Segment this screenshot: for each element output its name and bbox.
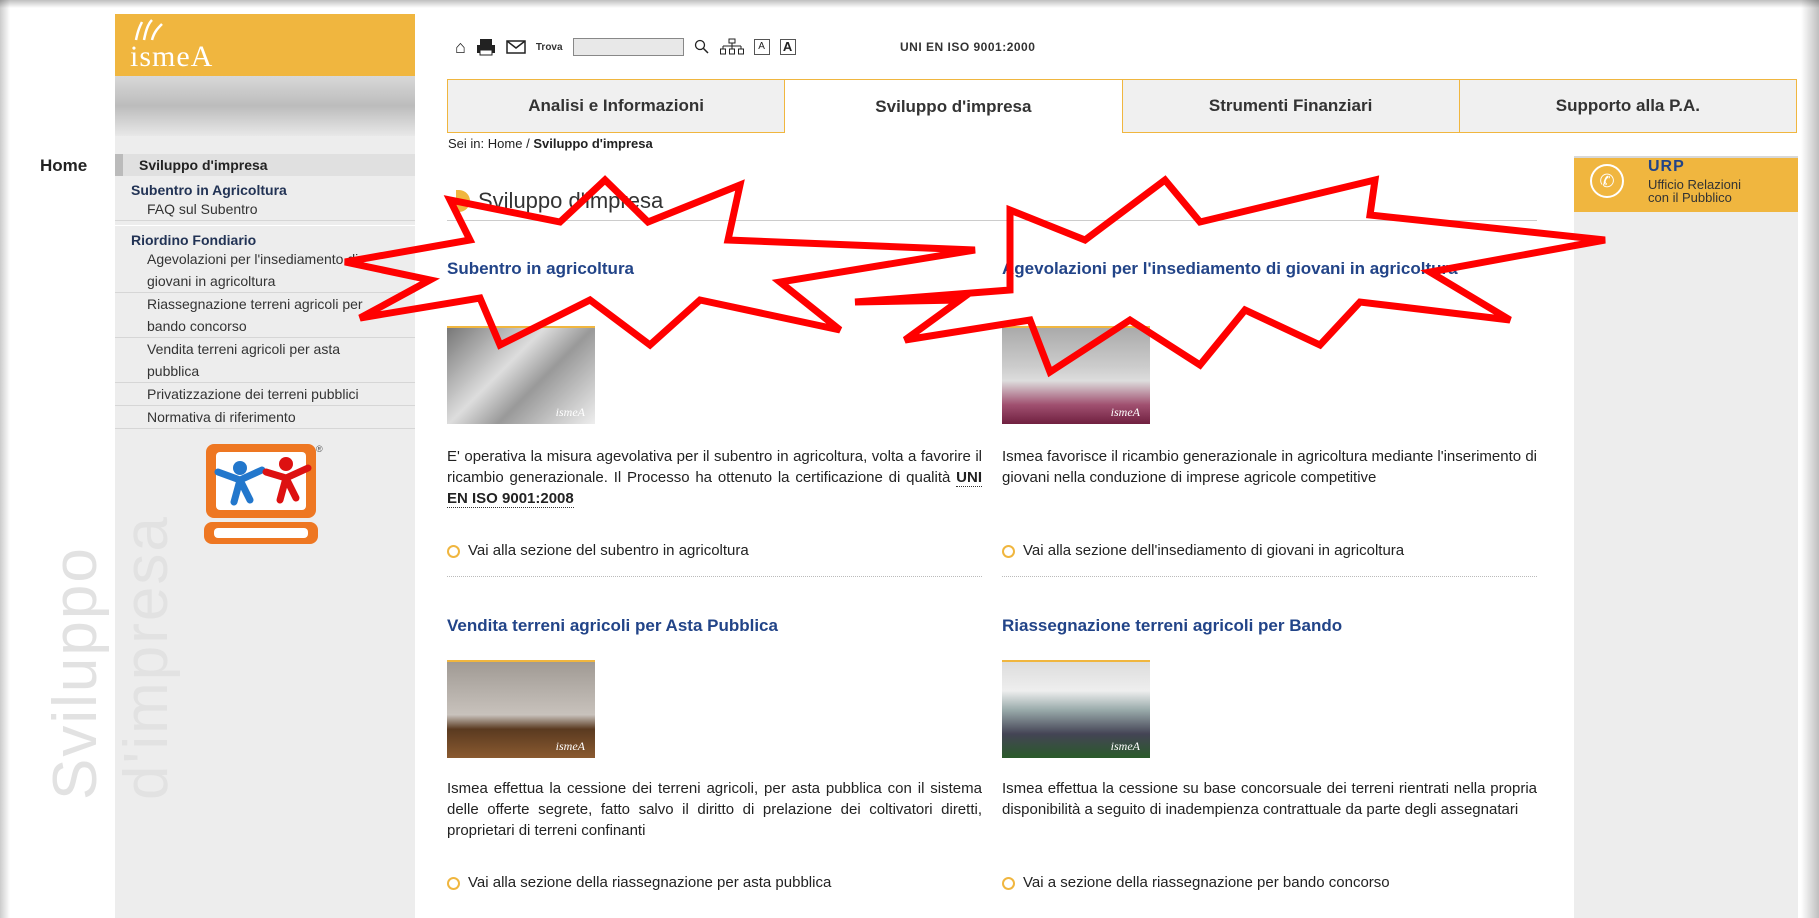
sidebar-item-faq-subentro[interactable]: FAQ sul Subentro [115,198,415,221]
breadcrumb-current: Sviluppo d'impresa [533,136,653,151]
header-image-hands [115,76,415,136]
search-icon[interactable] [694,39,710,55]
thumb-logo: ismeA [555,405,585,419]
article-link-asta-text[interactable]: Vai alla sezione della riassegnazione pe… [468,874,831,891]
phone-icon[interactable]: ✆ [1590,164,1624,198]
sidebar-section-riordino[interactable]: Riordino Fondiario [115,226,415,248]
logo-sprout-icon [134,19,163,41]
breadcrumb-prefix: Sei in: [448,136,485,151]
article-link-bando[interactable]: Vai a sezione della riassegnazione per b… [1002,874,1390,891]
title-divider [447,220,1537,221]
article-link-subentro-text[interactable]: Vai alla sezione del subentro in agricol… [468,542,749,559]
sidebar-item-agevolazioni-line2[interactable]: giovani in agricoltura [115,270,415,293]
article-link-subentro[interactable]: Vai alla sezione del subentro in agricol… [447,542,749,559]
article-text-insediamento: Ismea favorisce il ricambio generazional… [1002,448,1537,486]
urp-title[interactable]: URP [1648,158,1685,176]
bullet-icon [447,544,460,558]
title-bullet-icon [456,190,470,212]
tab-supporto[interactable]: Supporto alla P.A. [1458,79,1797,133]
article-title-insediamento[interactable]: Agevolazioni per l'insediamento di giova… [1002,258,1462,280]
search-input[interactable] [572,38,684,56]
article-link-insediamento-text[interactable]: Vai alla sezione dell'insediamento di gi… [1023,542,1404,559]
accessibility-logo-icon[interactable]: ® [200,442,330,546]
sidebar-item-vendita-line1[interactable]: Vendita terreni agricoli per asta [115,338,415,360]
article-title-bando[interactable]: Riassegnazione terreni agricoli per Band… [1002,615,1522,637]
home-link[interactable]: Home [40,156,87,176]
thumb-logo: ismeA [1110,739,1140,753]
article-image-bando[interactable]: ismeA [1002,660,1150,758]
urp-subtitle[interactable]: Ufficio Relazioni con il Pubblico [1648,178,1741,204]
frame-shadow-right [1801,0,1819,918]
breadcrumb-separator: / [526,136,530,151]
main-nav-tabs: Analisi e Informazioni Sviluppo d'impres… [447,79,1797,133]
article-link-asta[interactable]: Vai alla sezione della riassegnazione pe… [447,874,831,891]
top-toolbar: ⌂ Trova A A [455,36,796,58]
article-text-bando: Ismea effettua la cessione su base conco… [1002,780,1537,818]
article-text-asta: Ismea effettua la cessione dei terreni a… [447,780,982,839]
sitemap-icon[interactable] [719,38,744,56]
sidebar-item-agevolazioni-line1[interactable]: Agevolazioni per l'insediamento di [115,248,415,270]
sidebar-menu: Sviluppo d'impresa Subentro in Agricoltu… [115,154,415,429]
article-title-asta[interactable]: Vendita terreni agricoli per Asta Pubbli… [447,615,967,637]
frame-shadow-top [0,0,1819,8]
article-title-subentro[interactable]: Subentro in agricoltura [447,258,967,280]
article-link-insediamento[interactable]: Vai alla sezione dell'insediamento di gi… [1002,542,1404,559]
font-small-button[interactable]: A [753,39,770,55]
urp-subtitle-line2: con il Pubblico [1648,190,1732,205]
svg-text:®: ® [316,444,323,454]
article-divider [1002,576,1537,578]
article-image-subentro[interactable]: ismeA [447,326,595,424]
logo[interactable]: ismeA [130,40,213,74]
sidebar-item-current[interactable]: Sviluppo d'impresa [115,154,415,176]
tab-sviluppo[interactable]: Sviluppo d'impresa [784,79,1122,133]
sidebar-item-riassegnazione-line2[interactable]: bando concorso [115,315,415,338]
tab-strumenti[interactable]: Strumenti Finanziari [1121,79,1459,133]
sidebar-item-vendita-line2[interactable]: pubblica [115,360,415,383]
font-large-button[interactable]: A [779,39,796,55]
right-column-background [1574,156,1798,918]
page-title: Sviluppo d'impresa [478,188,664,213]
article-text-subentro: E' operativa la misura agevolativa per i… [447,446,982,509]
bullet-icon [1002,876,1015,890]
breadcrumb: Sei in: Home / Sviluppo d'impresa [448,136,653,151]
article-text-subentro-body: E' operativa la misura agevolativa per i… [447,448,982,486]
sidebar-item-privatizzazione[interactable]: Privatizzazione dei terreni pubblici [115,383,415,406]
sidebar-item-normativa[interactable]: Normativa di riferimento [115,406,415,429]
tab-analisi[interactable]: Analisi e Informazioni [447,79,785,133]
print-icon[interactable] [476,38,496,56]
sidebar-item-riassegnazione-line1[interactable]: Riassegnazione terreni agricoli per [115,293,415,315]
thumb-logo: ismeA [555,739,585,753]
article-image-insediamento[interactable]: ismeA [1002,326,1150,424]
breadcrumb-home[interactable]: Home [488,136,523,151]
bullet-icon [447,876,460,890]
mail-icon[interactable] [506,39,526,55]
bullet-icon [1002,544,1015,558]
article-link-bando-text[interactable]: Vai a sezione della riassegnazione per b… [1023,874,1390,891]
article-image-asta[interactable]: ismeA [447,660,595,758]
find-label: Trova [535,41,563,53]
iso-certification-label: UNI EN ISO 9001:2000 [900,40,1036,54]
frame-shadow-left [0,0,10,918]
home-icon[interactable]: ⌂ [455,37,466,58]
thumb-logo: ismeA [1110,405,1140,419]
sidebar-section-subentro[interactable]: Subentro in Agricoltura [115,176,415,198]
article-divider [447,576,982,578]
